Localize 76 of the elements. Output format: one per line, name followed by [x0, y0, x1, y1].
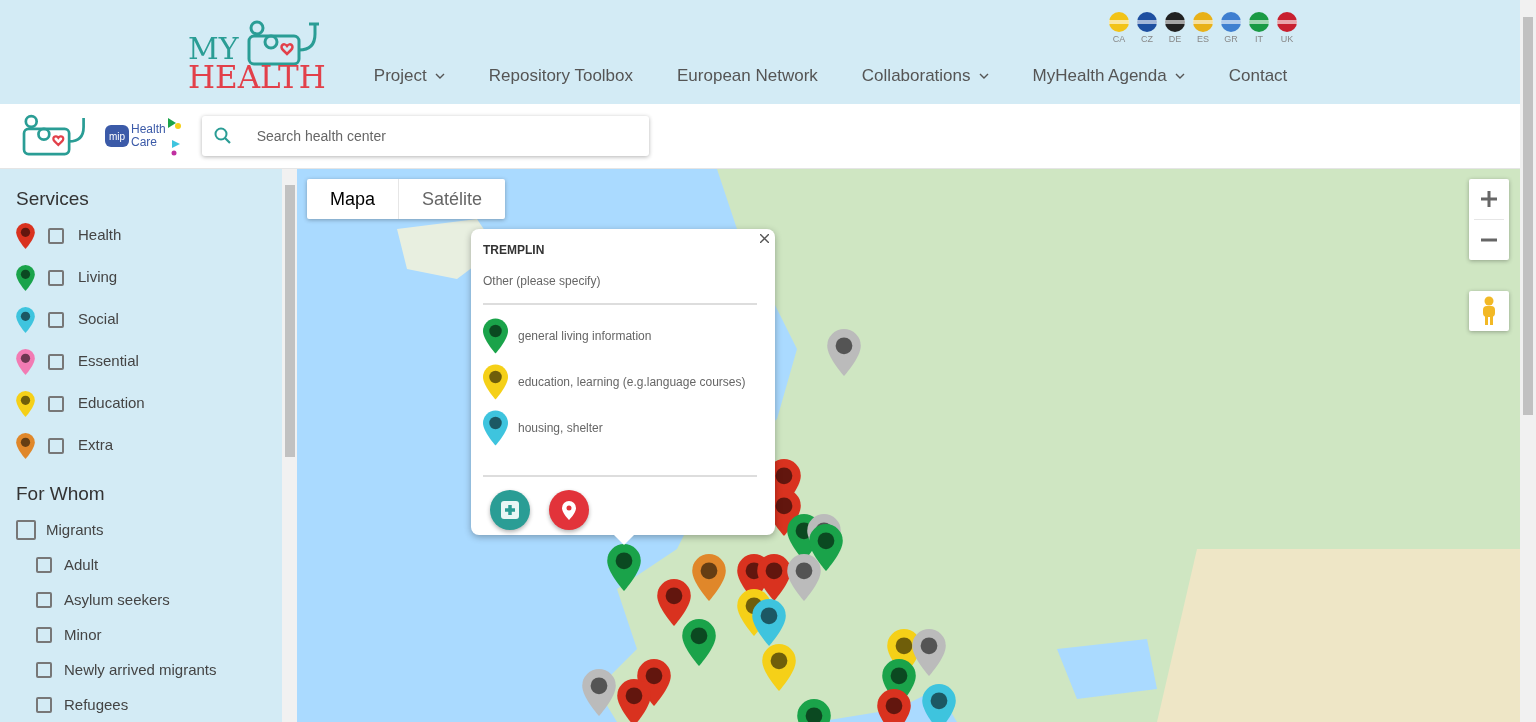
map-marker-icon [827, 329, 861, 376]
section-heading: Services [16, 187, 90, 211]
map-marker-icon [809, 524, 843, 571]
logo-badge: mip [105, 125, 129, 147]
filter-label: Extra [78, 435, 113, 456]
map-marker-icon [637, 659, 671, 706]
health-center-button[interactable] [490, 490, 530, 530]
filter-label: Essential [78, 351, 139, 372]
logo-text: Care [131, 136, 158, 149]
checkbox[interactable] [48, 353, 64, 370]
nav-link[interactable]: European Network [677, 63, 818, 89]
service-label: housing, shelter [518, 420, 603, 437]
map-type-tab[interactable]: Mapa [307, 179, 399, 219]
map-marker-icon [607, 544, 641, 591]
person-icon [1482, 296, 1496, 326]
filter-label: Minor [64, 624, 102, 645]
close-button[interactable] [757, 231, 771, 245]
map-marker-icon [692, 554, 726, 601]
filter-label: Health [78, 225, 122, 246]
map-marker-icon [922, 684, 956, 722]
filter-label: Refugees [64, 694, 129, 715]
service-label: general living information [518, 328, 652, 345]
map-marker-icon [787, 554, 821, 601]
nav-link[interactable]: MyHealth Agenda [1032, 63, 1185, 89]
popup-pointer [614, 535, 634, 545]
checkbox[interactable] [36, 557, 52, 573]
filter-label: Migrants [46, 519, 104, 540]
filter-label: Living [78, 267, 118, 288]
minus-icon [1480, 238, 1498, 242]
checkbox[interactable] [16, 520, 36, 540]
map-type-tab[interactable]: Satélite [398, 179, 506, 219]
logo-text: HEALTH [188, 62, 326, 93]
filter-label: Education [78, 393, 145, 414]
map-marker-icon [912, 629, 946, 676]
checkbox[interactable] [48, 227, 64, 244]
search-icon [213, 127, 232, 145]
search-field[interactable]: Search health center [201, 116, 649, 156]
map-marker-icon [682, 619, 716, 666]
popup-subtitle: Other (please specify) [483, 273, 602, 290]
logo-text: Health [131, 123, 166, 136]
logo-text: MY [188, 34, 239, 64]
medical-cross-icon [501, 501, 519, 519]
location-button[interactable] [549, 490, 589, 530]
map-marker-icon [762, 644, 796, 691]
filter-label: Asylum seekers [64, 589, 170, 610]
map-marker-icon [752, 599, 786, 646]
map-marker-icon [617, 679, 651, 722]
checkbox[interactable] [36, 592, 52, 608]
scrollbar[interactable] [1520, 0, 1536, 722]
map-marker-icon [582, 669, 616, 716]
map-marker-icon [757, 554, 791, 601]
triangles-icon [167, 116, 182, 156]
checkbox[interactable] [36, 662, 52, 678]
filter-label: Adult [64, 554, 99, 575]
nav-link[interactable]: Collaborations [861, 63, 989, 89]
nav-link[interactable]: Contact [1228, 63, 1288, 89]
map-marker-icon [877, 689, 911, 722]
map-marker-icon [657, 579, 691, 626]
checkbox[interactable] [36, 697, 52, 713]
section-heading: For Whom [16, 481, 106, 506]
checkbox[interactable] [48, 437, 64, 454]
plus-icon [1480, 190, 1498, 208]
service-label: education, learning (e.g.language courses) [518, 374, 746, 391]
nav-link[interactable]: Repository Toolbox [488, 63, 634, 89]
scrollbar[interactable] [282, 169, 297, 722]
close-icon [759, 233, 769, 243]
location-pin-icon [562, 500, 576, 520]
filter-label: Social [78, 309, 119, 330]
popup-title: TREMPLIN [483, 242, 546, 259]
checkbox[interactable] [36, 627, 52, 643]
checkbox[interactable] [48, 311, 64, 328]
map-background[interactable]: Mapa Satélite TREMPLIN Other (please specify) general living information education, learning (e.g.language courses) housing, shelter [297, 169, 1520, 722]
filter-label: Newly arrived migrants [64, 659, 217, 680]
checkbox[interactable] [48, 395, 64, 412]
checkbox[interactable] [48, 269, 64, 286]
nav-link[interactable]: Project [373, 63, 445, 89]
